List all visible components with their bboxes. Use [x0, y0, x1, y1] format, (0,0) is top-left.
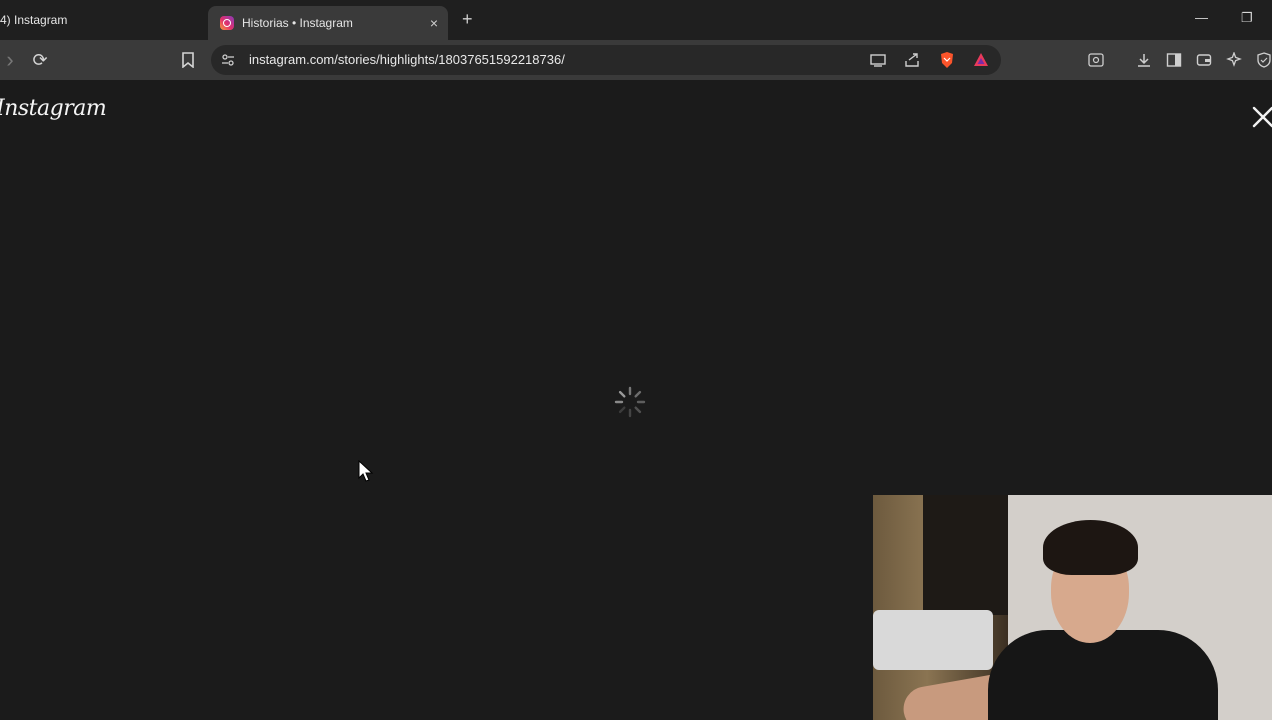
- webcam-bed: [873, 610, 993, 670]
- loading-spinner-icon: [614, 386, 646, 418]
- brave-rewards-icon[interactable]: [973, 52, 989, 73]
- tab-title: Historias • Instagram: [242, 16, 353, 30]
- restore-button[interactable]: ❐: [1241, 10, 1253, 26]
- close-tab-icon[interactable]: ×: [430, 15, 438, 31]
- instagram-logo[interactable]: Instagram: [0, 96, 107, 121]
- webcam-overlay: [873, 495, 1272, 720]
- minimize-button[interactable]: —: [1195, 10, 1208, 25]
- tab-title: (4) Instagram: [0, 13, 68, 27]
- leo-ai-icon[interactable]: [1224, 50, 1244, 70]
- webcam-person-body: [988, 630, 1218, 720]
- close-story-icon[interactable]: [1250, 104, 1272, 130]
- browser-toolbar: › ⟳ instagram.com/stories/highlights/180…: [0, 40, 1272, 80]
- address-bar[interactable]: instagram.com/stories/highlights/1803765…: [211, 45, 1001, 75]
- share-icon[interactable]: [903, 52, 921, 73]
- forward-button[interactable]: ›: [0, 47, 20, 72]
- tab-strip: (4) Instagram Historias • Instagram × + …: [0, 0, 1272, 40]
- brave-shields-icon[interactable]: [939, 51, 955, 74]
- new-tab-button[interactable]: +: [462, 9, 473, 30]
- download-icon[interactable]: [1134, 50, 1154, 70]
- sidebar-icon[interactable]: [1164, 50, 1184, 70]
- reload-button[interactable]: ⟳: [30, 50, 50, 70]
- webcam-person-hair: [1043, 520, 1138, 575]
- bookmark-icon[interactable]: [178, 50, 198, 70]
- cast-icon[interactable]: [869, 52, 887, 73]
- webcam-doorway: [923, 495, 1008, 615]
- vpn-shield-icon[interactable]: [1254, 50, 1272, 70]
- wallet-icon[interactable]: [1194, 50, 1214, 70]
- tab-search-icon[interactable]: [1086, 50, 1106, 70]
- tab-instagram[interactable]: (4) Instagram: [0, 6, 205, 34]
- mouse-cursor-icon: [358, 460, 374, 482]
- tab-historias[interactable]: Historias • Instagram ×: [208, 6, 448, 40]
- instagram-favicon-icon: [220, 16, 234, 30]
- site-settings-icon[interactable]: [220, 52, 236, 73]
- url-text[interactable]: instagram.com/stories/highlights/1803765…: [249, 52, 565, 67]
